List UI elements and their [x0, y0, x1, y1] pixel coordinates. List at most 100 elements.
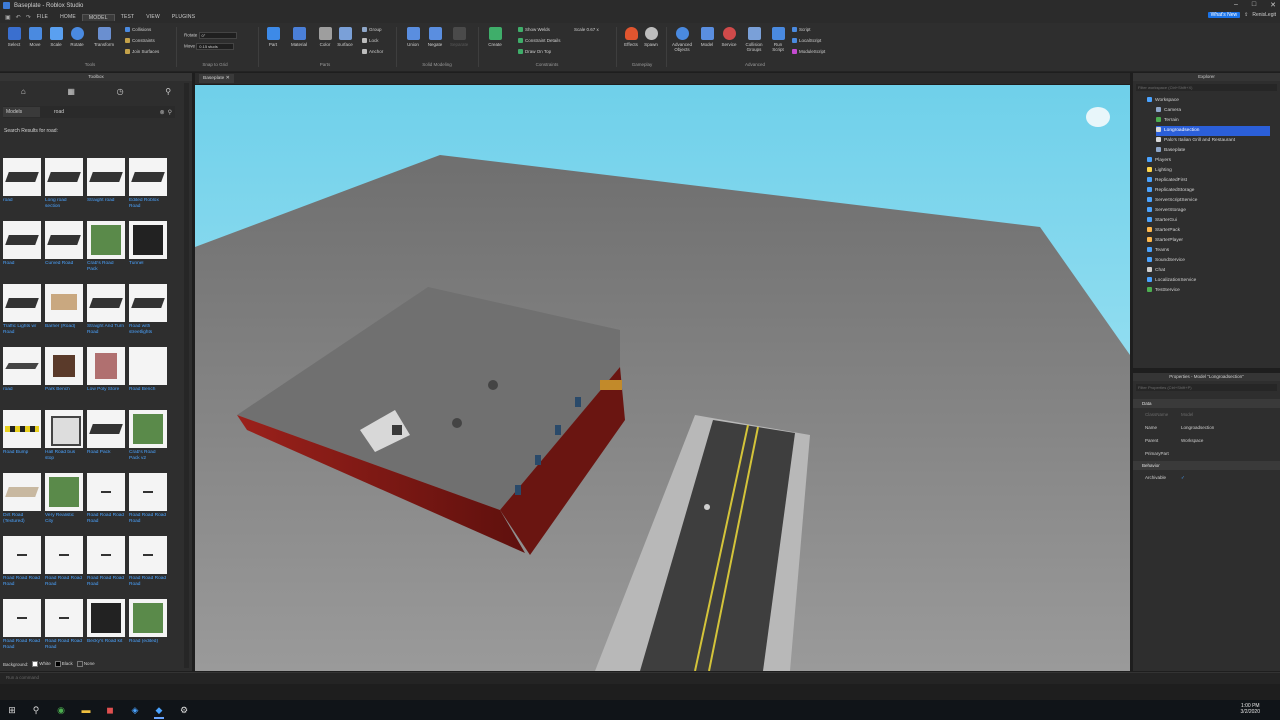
script-button[interactable]: Script — [792, 27, 811, 33]
toolbox-item[interactable]: Straight road — [87, 158, 125, 212]
recent-tab-icon[interactable]: ◷ — [117, 87, 124, 96]
toolbox-item-label[interactable]: Road Road Road Road — [45, 576, 83, 590]
color-button[interactable]: Color — [316, 27, 334, 47]
toolbox-item-label[interactable]: Road Road Road Road — [87, 513, 125, 527]
explorer-item[interactable]: Baseplate — [1156, 146, 1272, 156]
select-tool[interactable]: Select — [5, 27, 23, 47]
localscript-button[interactable]: LocalScript — [792, 38, 821, 44]
windows-start-icon[interactable]: ⊞ — [6, 704, 18, 716]
toolbox-item[interactable]: Dirt Road (Textured) — [3, 473, 41, 527]
rotate-tool[interactable]: Rotate — [68, 27, 86, 47]
explorer-item[interactable]: ReplicatedFirst — [1147, 176, 1272, 186]
toolbox-item[interactable]: Crab's Road Pack v2 — [129, 410, 167, 464]
3d-viewport[interactable] — [195, 85, 1130, 671]
chrome-icon[interactable]: ◉ — [55, 704, 67, 716]
roblox-studio-taskbar-icon[interactable]: ◆ — [153, 704, 165, 719]
toolbox-item-label[interactable]: Edited Roblox Road — [129, 198, 167, 212]
explorer-item[interactable]: Palo's Italian Grill and Restaurant — [1156, 136, 1272, 146]
toolbox-item[interactable]: Road Road Road Road — [45, 599, 83, 653]
explorer-item[interactable]: Teams — [1147, 246, 1272, 256]
toolbox-item-label[interactable]: Crab's Road Pack — [87, 261, 125, 275]
selection-handle[interactable] — [704, 504, 710, 510]
bg-black-option[interactable]: Black — [54, 661, 73, 667]
toolbox-item[interactable]: Park Bench — [45, 347, 83, 401]
explorer-item[interactable]: Lighting — [1147, 166, 1272, 176]
marketplace-tab-icon[interactable]: ⌂ — [21, 87, 26, 96]
inventory-tab-icon[interactable]: ▦ — [67, 87, 75, 96]
maximize-button[interactable]: □ — [1252, 1, 1256, 9]
separate-button[interactable]: Separate — [450, 27, 468, 47]
save-icon[interactable]: ▣ — [5, 14, 11, 21]
explorer-item[interactable]: Longroadsection — [1156, 126, 1270, 136]
explorer-item[interactable]: ReplicatedStorage — [1147, 186, 1272, 196]
tab-model[interactable]: MODEL — [81, 13, 115, 21]
user-name[interactable]: RenisLegit — [1252, 12, 1276, 18]
constraint-details-toggle[interactable]: Constraint Details — [518, 38, 561, 44]
toolbox-item-label[interactable]: Long road section — [45, 198, 83, 212]
union-button[interactable]: Union — [404, 27, 422, 47]
move-tool[interactable]: Move — [26, 27, 44, 47]
share-icon[interactable]: ⇪ — [1244, 12, 1248, 18]
toolbox-item-label[interactable]: road — [3, 198, 41, 212]
toolbox-item-label[interactable]: Low Poly Store — [87, 387, 125, 401]
parent-row[interactable]: Parent Workspace — [1133, 435, 1280, 447]
material-button[interactable]: Material — [290, 27, 308, 47]
toolbox-item[interactable]: Very Realistic City — [45, 473, 83, 527]
explorer-item[interactable]: SoundService — [1147, 256, 1272, 266]
model-button[interactable]: Model — [698, 27, 716, 47]
toolbox-item[interactable]: Road Road Road Road — [3, 536, 41, 590]
service-button[interactable]: Service — [720, 27, 738, 47]
advanced-objects-button[interactable]: Advanced Objects — [672, 27, 692, 52]
toolbox-item-label[interactable]: Road with streetlights — [129, 324, 167, 338]
toolbox-item[interactable]: Crab's Road Pack — [87, 221, 125, 275]
toolbox-item-label[interactable]: Barrier (Road) — [45, 324, 83, 338]
toolbox-item-label[interactable]: Road (edited) — [129, 639, 167, 653]
modulescript-button[interactable]: ModuleScript — [792, 49, 825, 55]
tab-view[interactable]: VIEW — [140, 14, 166, 20]
close-button[interactable]: ✕ — [1270, 1, 1276, 9]
transform-tool[interactable]: Transform — [93, 27, 115, 47]
toolbox-item-label[interactable]: Straight road — [87, 198, 125, 212]
primarypart-row[interactable]: PrimaryPart — [1133, 448, 1280, 460]
toolbox-item-label[interactable]: Road Road Road Road — [3, 576, 41, 590]
name-row[interactable]: Name Longroadsection — [1133, 422, 1280, 434]
explorer-item[interactable]: Chat — [1147, 266, 1272, 276]
clear-icon[interactable]: ⊗ — [160, 109, 165, 116]
explorer-item[interactable]: Camera — [1156, 106, 1272, 116]
draw-on-top-toggle[interactable]: Draw On Top — [518, 49, 551, 55]
toolbox-item[interactable]: Traffic Lights w/ Road — [3, 284, 41, 338]
toolbox-item-label[interactable]: Road Road Road Road — [129, 513, 167, 527]
toolbox-item-label[interactable]: Park Bench — [45, 387, 83, 401]
system-clock[interactable]: 1:00 PM 3/2/2020 — [1241, 703, 1260, 715]
toolbox-item-label[interactable]: Curved Road — [45, 261, 83, 275]
toolbox-item-label[interactable]: Road Road Road Road — [3, 639, 41, 653]
toolbox-item-label[interactable]: Road Bump — [3, 450, 41, 464]
toolbox-item[interactable]: Road — [3, 221, 41, 275]
toolbox-item-label[interactable]: Tunnel — [129, 261, 167, 275]
toolbox-item[interactable]: Long road section — [45, 158, 83, 212]
toolbox-item[interactable]: Barrier (Road) — [45, 284, 83, 338]
run-script-button[interactable]: Run Script — [769, 27, 787, 52]
toolbox-item[interactable]: Road Pack — [87, 410, 125, 464]
scale-tool[interactable]: Scale — [47, 27, 65, 47]
explorer-filter-input[interactable]: Filter workspace (Ctrl+Shift+X) — [1136, 84, 1277, 91]
toolbox-item[interactable]: road — [3, 347, 41, 401]
scene-render[interactable] — [195, 85, 1130, 671]
spawn-button[interactable]: Spawn — [642, 27, 660, 47]
file-explorer-icon[interactable]: ▬ — [80, 704, 92, 716]
toolbox-scrollbar[interactable] — [184, 83, 189, 668]
toolbox-item[interactable]: Road Bench — [129, 347, 167, 401]
data-section-header[interactable]: Data — [1133, 399, 1280, 408]
toolbox-item[interactable]: Straight And Turn Road — [87, 284, 125, 338]
tab-test[interactable]: TEST — [115, 14, 141, 20]
search-icon[interactable]: ⚲ — [30, 704, 42, 716]
search-icon[interactable]: ⚲ — [168, 109, 172, 116]
explorer-item[interactable]: ServerScriptService — [1147, 196, 1272, 206]
toolbox-item-label[interactable]: Road Road Road Road — [129, 576, 167, 590]
rotate-snap[interactable]: Rotate 0° — [184, 32, 237, 39]
toolbox-item[interactable]: road — [3, 158, 41, 212]
toolbox-item[interactable]: Road Bump — [3, 410, 41, 464]
join-surfaces-toggle[interactable]: Join Surfaces — [125, 49, 159, 55]
move-snap[interactable]: Move 0.15 studs — [184, 43, 235, 50]
behavior-section-header[interactable]: Behavior — [1133, 461, 1280, 470]
